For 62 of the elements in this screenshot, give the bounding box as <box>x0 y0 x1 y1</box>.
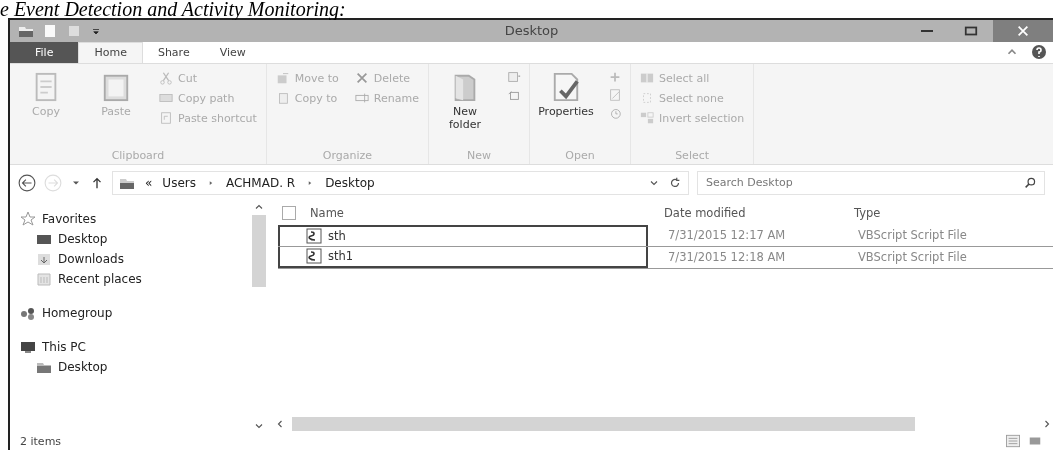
delete-icon <box>354 71 369 86</box>
recent-places-icon <box>36 270 52 287</box>
caption-text: e Event Detection and Activity Monitoring: <box>0 0 347 18</box>
ribbon-tab[interactable]: Home <box>78 41 143 64</box>
group-label: Select <box>674 149 711 163</box>
refresh-icon <box>668 176 682 190</box>
close-icon <box>1016 23 1030 38</box>
clipboard-icon <box>101 72 131 103</box>
shortcut-icon <box>159 111 173 126</box>
file-name-cell[interactable]: sth <box>278 224 648 246</box>
group-label: Clipboard <box>110 149 166 163</box>
minimize-icon <box>921 29 933 32</box>
select-all-checkbox[interactable] <box>282 205 296 220</box>
new-item-icon <box>506 70 521 85</box>
ribbon-tab[interactable]: View <box>204 41 261 64</box>
file-name-cell[interactable]: sth1 <box>278 246 648 268</box>
script-file-icon <box>306 248 322 265</box>
nav-pane-item[interactable]: Desktop <box>36 228 248 249</box>
move-icon <box>275 71 290 86</box>
address-bar[interactable]: « Users ACHMAD. R Desktop <box>112 171 689 195</box>
up-arrow-icon <box>90 176 104 190</box>
invert-selection-icon <box>639 111 654 126</box>
breadcrumb[interactable]: Users <box>162 176 196 190</box>
nav-pane-item[interactable]: Favorites <box>20 208 248 229</box>
nav-pane-item[interactable]: Desktop <box>36 356 248 377</box>
column-header[interactable]: Date modified <box>654 205 844 220</box>
ribbon-tab[interactable]: Share <box>142 41 205 64</box>
scissors-icon <box>159 71 173 86</box>
script-file-icon <box>306 228 322 245</box>
scrollbar-thumb[interactable] <box>252 214 266 287</box>
search-icon <box>1024 176 1037 189</box>
up-button[interactable] <box>90 176 104 190</box>
scrollbar-thumb[interactable] <box>292 417 915 432</box>
nav-pane-item[interactable]: Downloads <box>36 248 248 269</box>
search-field[interactable]: Search Desktop <box>697 171 1045 195</box>
breadcrumb[interactable]: Desktop <box>325 176 375 190</box>
column-header[interactable]: Type <box>844 205 1053 220</box>
back-button[interactable] <box>18 174 36 192</box>
breadcrumb[interactable]: ACHMAD. R <box>225 176 296 190</box>
details-view-icon <box>1005 434 1021 449</box>
type-cell-text: VBScript Script File <box>857 228 968 243</box>
ribbon-button[interactable]: New folder <box>436 70 493 150</box>
nav-pane-item[interactable]: Recent places <box>36 268 248 289</box>
help-icon <box>1031 44 1047 61</box>
star-icon <box>20 210 36 227</box>
ribbon-button[interactable]: Properties <box>537 70 594 150</box>
type-cell-text: VBScript Script File <box>857 250 968 265</box>
date-cell-text: 7/31/2015 12:18 AM <box>667 250 787 265</box>
item-count: 2 items <box>20 434 62 448</box>
nav-pane-item[interactable]: This PC <box>20 336 248 357</box>
group-label: Open <box>564 149 596 163</box>
nav-pane-item[interactable]: Homegroup <box>20 302 248 323</box>
group-label: Organize <box>321 149 373 163</box>
edit-icon <box>607 88 622 103</box>
close-button[interactable] <box>993 20 1053 42</box>
overflow-chevron[interactable]: « <box>145 176 153 190</box>
date-cell-text: 7/31/2015 12:17 AM <box>667 228 787 243</box>
column-header[interactable]: Name <box>310 205 344 220</box>
easy-access-icon <box>506 88 521 103</box>
group-label: New <box>465 149 492 163</box>
file-menu-tab[interactable]: File <box>10 41 79 64</box>
window-title: Desktop <box>504 23 559 39</box>
